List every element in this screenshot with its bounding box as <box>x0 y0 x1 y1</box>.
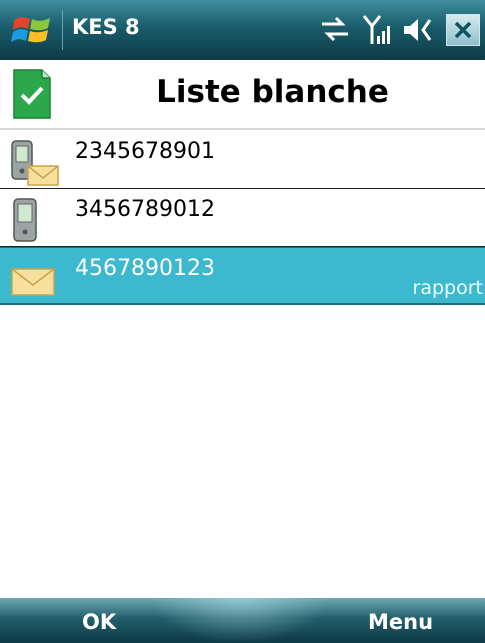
phone-number: 2345678901 <box>75 139 215 164</box>
list-item[interactable]: 2345678901 <box>0 131 485 189</box>
volume-icon[interactable] <box>402 14 438 46</box>
close-icon <box>454 21 472 39</box>
ok-softkey[interactable]: OK <box>82 610 116 634</box>
list-item-selected[interactable]: 4567890123 rapport <box>0 247 485 305</box>
header-divider <box>0 128 485 130</box>
windows-start-icon[interactable] <box>10 12 54 50</box>
phone-icon <box>13 198 37 242</box>
sync-icon[interactable] <box>318 14 352 44</box>
softkey-glow <box>150 598 330 643</box>
status-bar: KES 8 <box>0 0 485 60</box>
page-title: Liste blanche <box>156 74 389 110</box>
status-divider <box>62 10 63 50</box>
page-header: Liste blanche <box>0 60 485 130</box>
phone-and-sms-icon <box>11 140 59 186</box>
whitelist: 2345678901 3456789012 4567890123 rapport <box>0 131 485 305</box>
close-button[interactable] <box>446 14 480 46</box>
sms-envelope-icon <box>11 268 55 296</box>
phone-number: 3456789012 <box>75 197 215 222</box>
signal-icon[interactable] <box>362 14 394 46</box>
list-item[interactable]: 3456789012 <box>0 189 485 247</box>
filter-mode-label: rapport <box>412 277 483 299</box>
softkey-bar: OK Menu <box>0 598 485 643</box>
checkmark-document-icon <box>13 69 51 119</box>
app-title: KES 8 <box>72 15 140 39</box>
menu-softkey[interactable]: Menu <box>368 610 433 634</box>
phone-number: 4567890123 <box>75 256 215 281</box>
